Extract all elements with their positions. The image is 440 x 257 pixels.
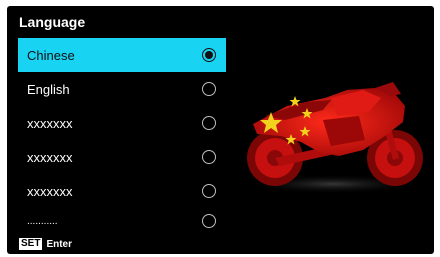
motorcycle-china-flag-icon: [241, 82, 425, 194]
radio-empty-icon[interactable]: [202, 214, 216, 228]
page-title: Language: [19, 14, 86, 30]
radio-empty-icon[interactable]: [202, 82, 216, 96]
language-option-label: Chinese: [27, 47, 75, 63]
language-option-chinese[interactable]: Chinese: [18, 38, 226, 72]
enter-label: Enter: [46, 238, 73, 250]
language-option-label: xxxxxxx: [27, 115, 73, 131]
set-key-badge: SET: [19, 238, 43, 250]
enter-hint: SET Enter: [19, 238, 72, 250]
language-option-label: xxxxxxx: [27, 149, 73, 165]
language-option-5[interactable]: xxxxxxx: [18, 174, 226, 208]
language-option-6[interactable]: ...........: [18, 208, 226, 234]
language-option-3[interactable]: xxxxxxx: [18, 106, 226, 140]
language-option-label: xxxxxxx: [27, 183, 73, 199]
language-option-english[interactable]: English: [18, 72, 226, 106]
language-option-label: ...........: [27, 215, 58, 227]
language-option-4[interactable]: xxxxxxx: [18, 140, 226, 174]
radio-selected-icon[interactable]: [202, 48, 216, 62]
radio-empty-icon[interactable]: [202, 184, 216, 198]
radio-empty-icon[interactable]: [202, 116, 216, 130]
language-list: Chinese English xxxxxxx xxxxxxx xxxxxxx …: [18, 38, 226, 234]
language-option-label: English: [27, 81, 70, 97]
radio-empty-icon[interactable]: [202, 150, 216, 164]
language-screen: Language Chinese English xxxxxxx xxxxxxx…: [7, 6, 434, 254]
